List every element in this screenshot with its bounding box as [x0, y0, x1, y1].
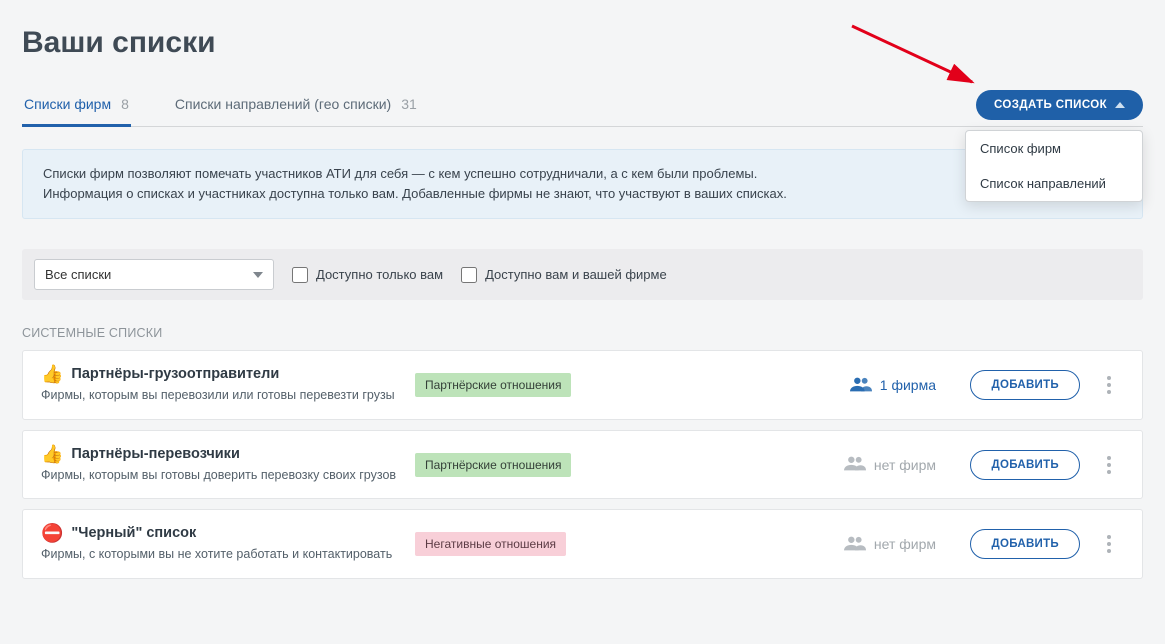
list-description: Фирмы, которым вы перевозили или готовы … — [41, 387, 401, 405]
filter-bar: Все списки Доступно только вам Доступно … — [22, 249, 1143, 300]
tab-label: Списки фирм — [24, 96, 111, 112]
checkbox-only-me-input[interactable] — [292, 267, 308, 283]
more-menu-icon[interactable] — [1094, 456, 1124, 474]
select-value: Все списки — [45, 267, 111, 282]
list-type-icon: 👍 — [41, 365, 63, 383]
people-icon — [844, 455, 866, 474]
firm-count-text: нет фирм — [874, 536, 936, 552]
list-title: Партнёры-грузоотправители — [71, 366, 279, 382]
firm-count-text: 1 фирма — [880, 377, 936, 393]
tab-firm-lists[interactable]: Списки фирм 8 — [22, 86, 131, 126]
list-description: Фирмы, которым вы готовы доверить перево… — [41, 467, 401, 485]
list-tag-wrap: Негативные отношения — [415, 532, 615, 556]
add-button[interactable]: ДОБАВИТЬ — [970, 450, 1080, 480]
people-icon — [844, 535, 866, 554]
chevron-up-icon — [1115, 102, 1125, 108]
add-button-wrap: ДОБАВИТЬ — [950, 529, 1080, 559]
tab-count: 31 — [401, 96, 417, 112]
add-button-wrap: ДОБАВИТЬ — [950, 450, 1080, 480]
more-menu-icon[interactable] — [1094, 535, 1124, 553]
firm-count: нет фирм — [629, 455, 936, 474]
list-type-icon: ⛔ — [41, 524, 63, 542]
tabs-row: Списки фирм 8 Списки направлений (гео сп… — [22, 86, 1143, 127]
tab-label: Списки направлений (гео списки) — [175, 96, 391, 112]
list-info: 👍 Партнёры-грузоотправители Фирмы, котор… — [41, 365, 401, 405]
dropdown-item-firm-list[interactable]: Список фирм — [966, 131, 1142, 166]
checkbox-only-me-label: Доступно только вам — [316, 267, 443, 282]
firm-count: нет фирм — [629, 535, 936, 554]
page-title: Ваши списки — [22, 26, 1143, 60]
list-title: Партнёры-перевозчики — [71, 446, 239, 462]
tab-geo-lists[interactable]: Списки направлений (гео списки) 31 — [173, 86, 419, 126]
list-tag-wrap: Партнёрские отношения — [415, 373, 615, 397]
system-lists-header: СИСТЕМНЫЕ СПИСКИ — [22, 326, 1143, 340]
list-card: ⛔ "Черный" список Фирмы, с которыми вы н… — [22, 509, 1143, 579]
checkbox-me-and-firm[interactable]: Доступно вам и вашей фирме — [461, 267, 667, 283]
firm-count-text: нет фирм — [874, 457, 936, 473]
list-tag-wrap: Партнёрские отношения — [415, 453, 615, 477]
create-list-button[interactable]: СОЗДАТЬ СПИСОК — [976, 90, 1143, 120]
list-filter-select[interactable]: Все списки — [34, 259, 274, 290]
list-info: 👍 Партнёры-перевозчики Фирмы, которым вы… — [41, 445, 401, 485]
relation-tag: Негативные отношения — [415, 532, 566, 556]
list-title: "Черный" список — [71, 525, 196, 541]
firm-count[interactable]: 1 фирма — [629, 376, 936, 395]
create-list-label: СОЗДАТЬ СПИСОК — [994, 99, 1107, 111]
more-menu-icon[interactable] — [1094, 376, 1124, 394]
relation-tag: Партнёрские отношения — [415, 453, 571, 477]
relation-tag: Партнёрские отношения — [415, 373, 571, 397]
add-button[interactable]: ДОБАВИТЬ — [970, 370, 1080, 400]
add-button[interactable]: ДОБАВИТЬ — [970, 529, 1080, 559]
info-text-line1: Списки фирм позволяют помечать участнико… — [43, 164, 1092, 184]
add-button-wrap: ДОБАВИТЬ — [950, 370, 1080, 400]
list-info: ⛔ "Черный" список Фирмы, с которыми вы н… — [41, 524, 401, 564]
dropdown-item-geo-list[interactable]: Список направлений — [966, 166, 1142, 201]
create-list-dropdown: Список фирм Список направлений — [965, 130, 1143, 202]
list-description: Фирмы, с которыми вы не хотите работать … — [41, 546, 401, 564]
people-icon — [850, 376, 872, 395]
list-card: 👍 Партнёры-перевозчики Фирмы, которым вы… — [22, 430, 1143, 500]
list-card: 👍 Партнёры-грузоотправители Фирмы, котор… — [22, 350, 1143, 420]
tab-count: 8 — [121, 96, 129, 112]
checkbox-only-me[interactable]: Доступно только вам — [292, 267, 443, 283]
info-text-line2: Информация о списках и участниках доступ… — [43, 184, 1092, 204]
checkbox-me-and-firm-input[interactable] — [461, 267, 477, 283]
list-type-icon: 👍 — [41, 445, 63, 463]
checkbox-me-and-firm-label: Доступно вам и вашей фирме — [485, 267, 667, 282]
